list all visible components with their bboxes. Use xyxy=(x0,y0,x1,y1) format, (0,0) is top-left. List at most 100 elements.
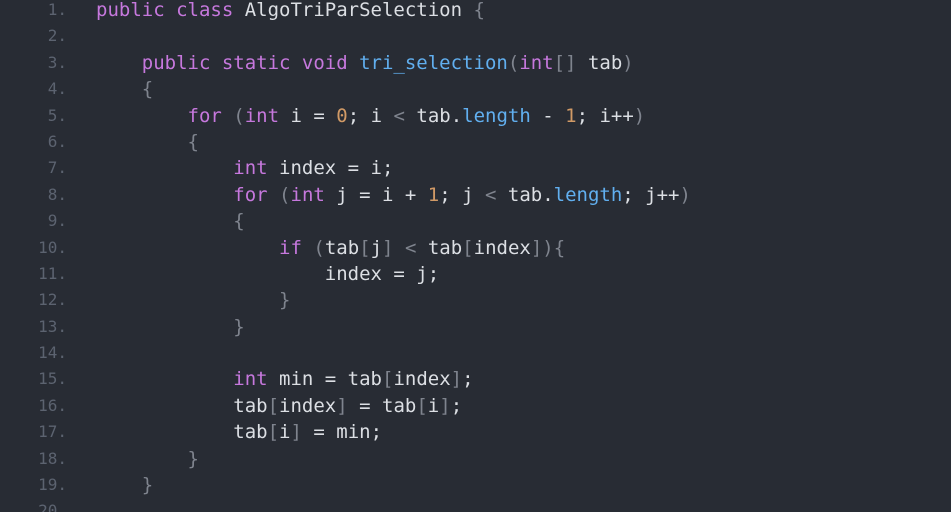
code-token: ] xyxy=(336,394,348,417)
code-text: } xyxy=(67,472,153,498)
code-token: ; xyxy=(462,368,474,391)
code-token: for xyxy=(233,183,280,206)
code-token: tab xyxy=(576,51,623,74)
code-line[interactable]: 13. } xyxy=(0,314,691,340)
code-token: ] xyxy=(382,236,394,259)
line-number: 3. xyxy=(47,52,67,72)
code-editor[interactable]: 1. public class AlgoTriParSelection {2. 3.… xyxy=(0,0,951,512)
code-token: [ xyxy=(359,236,371,259)
code-token: index xyxy=(473,236,531,259)
line-number: 6. xyxy=(47,131,67,151)
code-token: ]) xyxy=(530,236,554,259)
code-line[interactable]: 14. xyxy=(0,340,691,366)
code-token: i xyxy=(427,394,440,417)
line-number: 12. xyxy=(38,290,67,310)
code-line[interactable]: 16. tab[index] = tab[i]; xyxy=(0,393,691,419)
code-line[interactable]: 8. for (int j = i + 1; j < tab.length; j… xyxy=(0,182,691,208)
code-line[interactable]: 11. index = j; xyxy=(0,261,691,287)
code-line[interactable]: 19. } xyxy=(0,472,691,498)
code-token: tab xyxy=(416,236,463,259)
line-number: 10. xyxy=(38,237,67,257)
code-token: index = j; xyxy=(96,262,440,285)
code-token: { xyxy=(553,236,566,259)
code-token: ; xyxy=(450,394,463,417)
code-text: int index = i; xyxy=(67,155,393,181)
code-token: ] xyxy=(290,421,302,444)
code-token: ; j xyxy=(439,183,485,206)
code-token: ( xyxy=(233,104,245,127)
code-token: int xyxy=(519,51,554,74)
code-text: { xyxy=(67,129,199,155)
line-number: 14. xyxy=(38,343,67,363)
code-text: for (int i = 0; i < tab.length - 1; i++) xyxy=(67,103,646,129)
line-number: 18. xyxy=(38,448,67,468)
code-line[interactable]: 7. int index = i; xyxy=(0,155,691,181)
code-text: if (tab[j] < tab[index]){ xyxy=(67,235,565,261)
code-line[interactable]: 15. int min = tab[index]; xyxy=(0,366,691,392)
line-number: 15. xyxy=(38,369,67,389)
code-line[interactable]: 2. xyxy=(0,23,691,49)
line-number: 17. xyxy=(38,422,67,442)
line-number: 5. xyxy=(47,105,67,125)
code-text: { xyxy=(67,208,245,234)
code-token: } xyxy=(187,447,199,470)
code-token: [ xyxy=(416,394,428,417)
code-text: tab[i] = min; xyxy=(67,419,382,445)
code-token: ) xyxy=(633,104,646,127)
code-token: [] xyxy=(553,51,577,74)
code-token: 1 xyxy=(427,183,440,206)
code-line[interactable]: 4. { xyxy=(0,76,691,102)
code-token: min = tab xyxy=(267,368,382,391)
code-token: = tab xyxy=(347,394,417,417)
code-line[interactable]: 18. } xyxy=(0,446,691,472)
code-line[interactable]: 10. if (tab[j] < tab[index]){ xyxy=(0,235,691,261)
line-number: 1. xyxy=(47,0,67,19)
code-token: < xyxy=(404,236,417,259)
code-token: tri_selection xyxy=(359,51,508,74)
code-token: ; j++ xyxy=(622,183,680,206)
code-text: tab[index] = tab[i]; xyxy=(67,393,462,419)
line-number: 13. xyxy=(38,316,67,336)
code-token: { xyxy=(233,210,245,233)
code-token: tab. xyxy=(496,183,554,206)
code-token: ] xyxy=(439,394,451,417)
code-token: int xyxy=(233,368,268,391)
code-token: ( xyxy=(507,51,520,74)
code-token: tab xyxy=(96,394,268,417)
code-token: index xyxy=(393,368,451,391)
code-line[interactable]: 6. { xyxy=(0,129,691,155)
code-line[interactable]: 17. tab[i] = min; xyxy=(0,419,691,445)
code-text: } xyxy=(67,314,245,340)
code-token: { xyxy=(473,0,485,21)
code-token: i xyxy=(279,421,291,444)
code-line[interactable]: 9. { xyxy=(0,208,691,234)
code-token: AlgoTriParSelection xyxy=(244,0,474,21)
code-token: if xyxy=(279,236,314,259)
line-number: 7. xyxy=(47,158,67,178)
code-token: - xyxy=(530,104,566,127)
code-token: tab. xyxy=(404,104,463,127)
line-number: 8. xyxy=(47,184,67,204)
code-token: index = i; xyxy=(267,157,394,180)
code-token: i = xyxy=(279,104,337,127)
code-line[interactable]: 12. } xyxy=(0,287,691,313)
code-line[interactable]: 5. for (int i = 0; i < tab.length - 1; i… xyxy=(0,103,691,129)
code-line[interactable]: 3. public static void tri_selection(int[… xyxy=(0,50,691,76)
code-token: ) xyxy=(622,51,634,74)
code-token: length xyxy=(462,104,531,127)
code-token: ( xyxy=(279,183,291,206)
code-line[interactable]: 1. public class AlgoTriParSelection { xyxy=(0,0,691,23)
code-token: ; i++ xyxy=(576,104,634,127)
code-token: } xyxy=(233,315,245,338)
line-number: 16. xyxy=(38,395,67,415)
code-token: j xyxy=(370,236,383,259)
code-line[interactable]: 20. xyxy=(0,498,691,512)
